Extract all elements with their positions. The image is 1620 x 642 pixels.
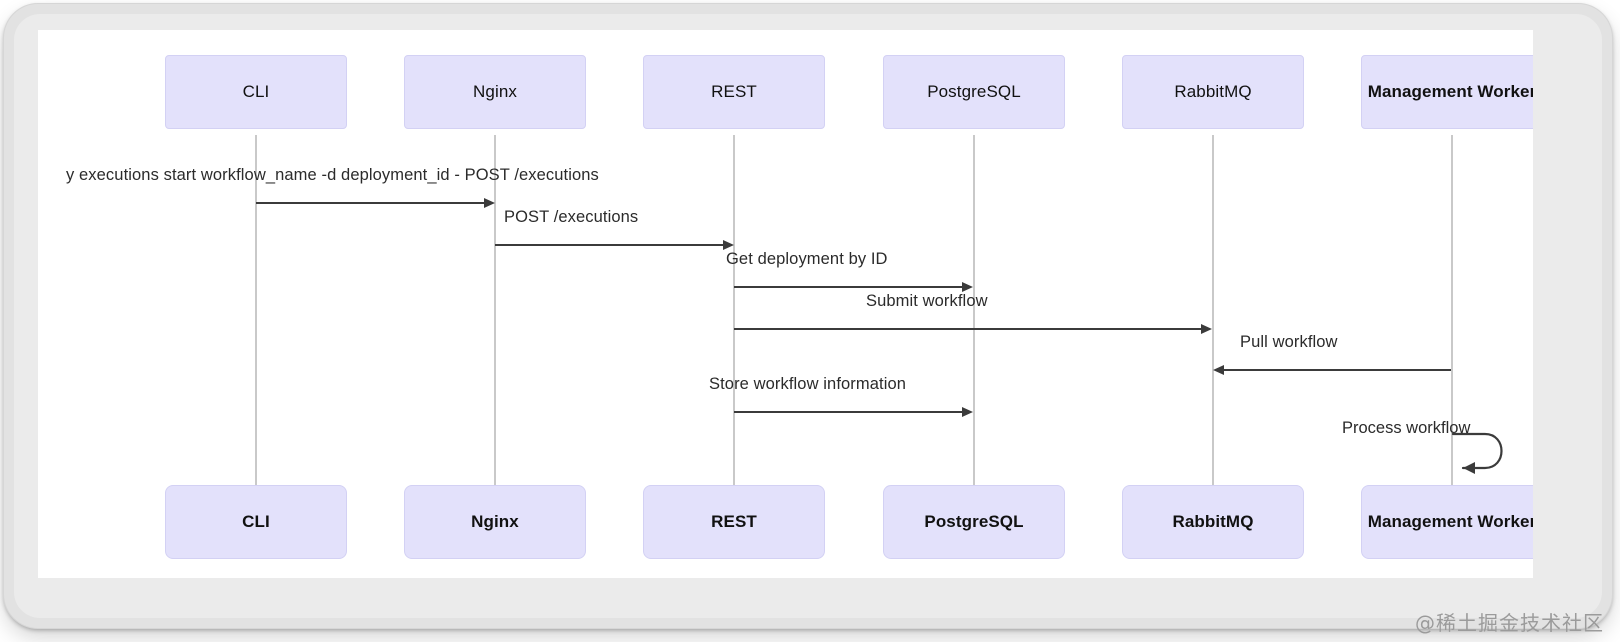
participant-label: REST [711,82,757,101]
participant-bottom-postgresql[interactable]: PostgreSQL [883,485,1065,559]
lifeline-nginx [494,135,496,515]
participant-label: Nginx [473,82,517,101]
arrow-head-right-icon [723,240,734,250]
participant-label: RabbitMQ [1174,82,1252,101]
message-label-4: Submit workflow [866,292,988,310]
participant-label: REST [711,512,757,531]
arrow-line [495,244,723,246]
arrow-line [734,286,962,288]
participant-label: Management Worker [1367,512,1533,531]
participant-top-worker[interactable]: Management Worker [1361,55,1533,129]
participant-label: Nginx [471,512,519,531]
arrow-head-left-icon [1463,462,1475,474]
arrow-line [1224,369,1451,371]
participant-bottom-rest[interactable]: REST [643,485,825,559]
participant-bottom-rabbitmq[interactable]: RabbitMQ [1122,485,1304,559]
participant-label: CLI [242,512,270,531]
message-label-3: Get deployment by ID [726,250,888,268]
sequence-diagram-canvas: CLI Nginx REST PostgreSQL RabbitMQ Manag… [38,30,1533,578]
participant-top-cli[interactable]: CLI [165,55,347,129]
lifeline-rabbitmq [1212,135,1214,515]
watermark: @稀土掘金技术社区 [1415,611,1604,635]
message-label-6: Store workflow information [709,375,907,393]
arrow-line [734,411,962,413]
participant-top-rabbitmq[interactable]: RabbitMQ [1122,55,1304,129]
self-message-label: Process workflow [1342,419,1471,437]
message-label-2: POST /executions [504,208,639,226]
participant-top-nginx[interactable]: Nginx [404,55,586,129]
message-label-5: Pull workflow [1240,333,1338,351]
lifeline-rest [733,135,735,515]
message-label-1: y executions start workflow_name -d depl… [66,166,599,184]
participant-label: Management Worker [1367,82,1533,101]
arrow-head-left-icon [1213,365,1224,375]
participant-label: PostgreSQL [924,512,1024,531]
participant-bottom-nginx[interactable]: Nginx [404,485,586,559]
participant-top-rest[interactable]: REST [643,55,825,129]
arrow-line [734,328,1201,330]
lifeline-postgresql [973,135,975,515]
participant-label: CLI [242,82,270,101]
participant-top-postgresql[interactable]: PostgreSQL [883,55,1065,129]
arrow-line [256,202,484,204]
lifeline-cli [255,135,257,515]
arrow-head-right-icon [1201,324,1212,334]
participant-bottom-worker[interactable]: Management Worker [1361,485,1533,559]
participant-label: PostgreSQL [927,82,1021,101]
participant-label: RabbitMQ [1172,512,1254,531]
arrow-head-right-icon [962,407,973,417]
arrow-head-right-icon [484,198,495,208]
self-loop-path [1451,432,1503,470]
arrow-head-right-icon [962,282,973,292]
participant-bottom-cli[interactable]: CLI [165,485,347,559]
app-frame: CLI Nginx REST PostgreSQL RabbitMQ Manag… [0,0,1620,642]
